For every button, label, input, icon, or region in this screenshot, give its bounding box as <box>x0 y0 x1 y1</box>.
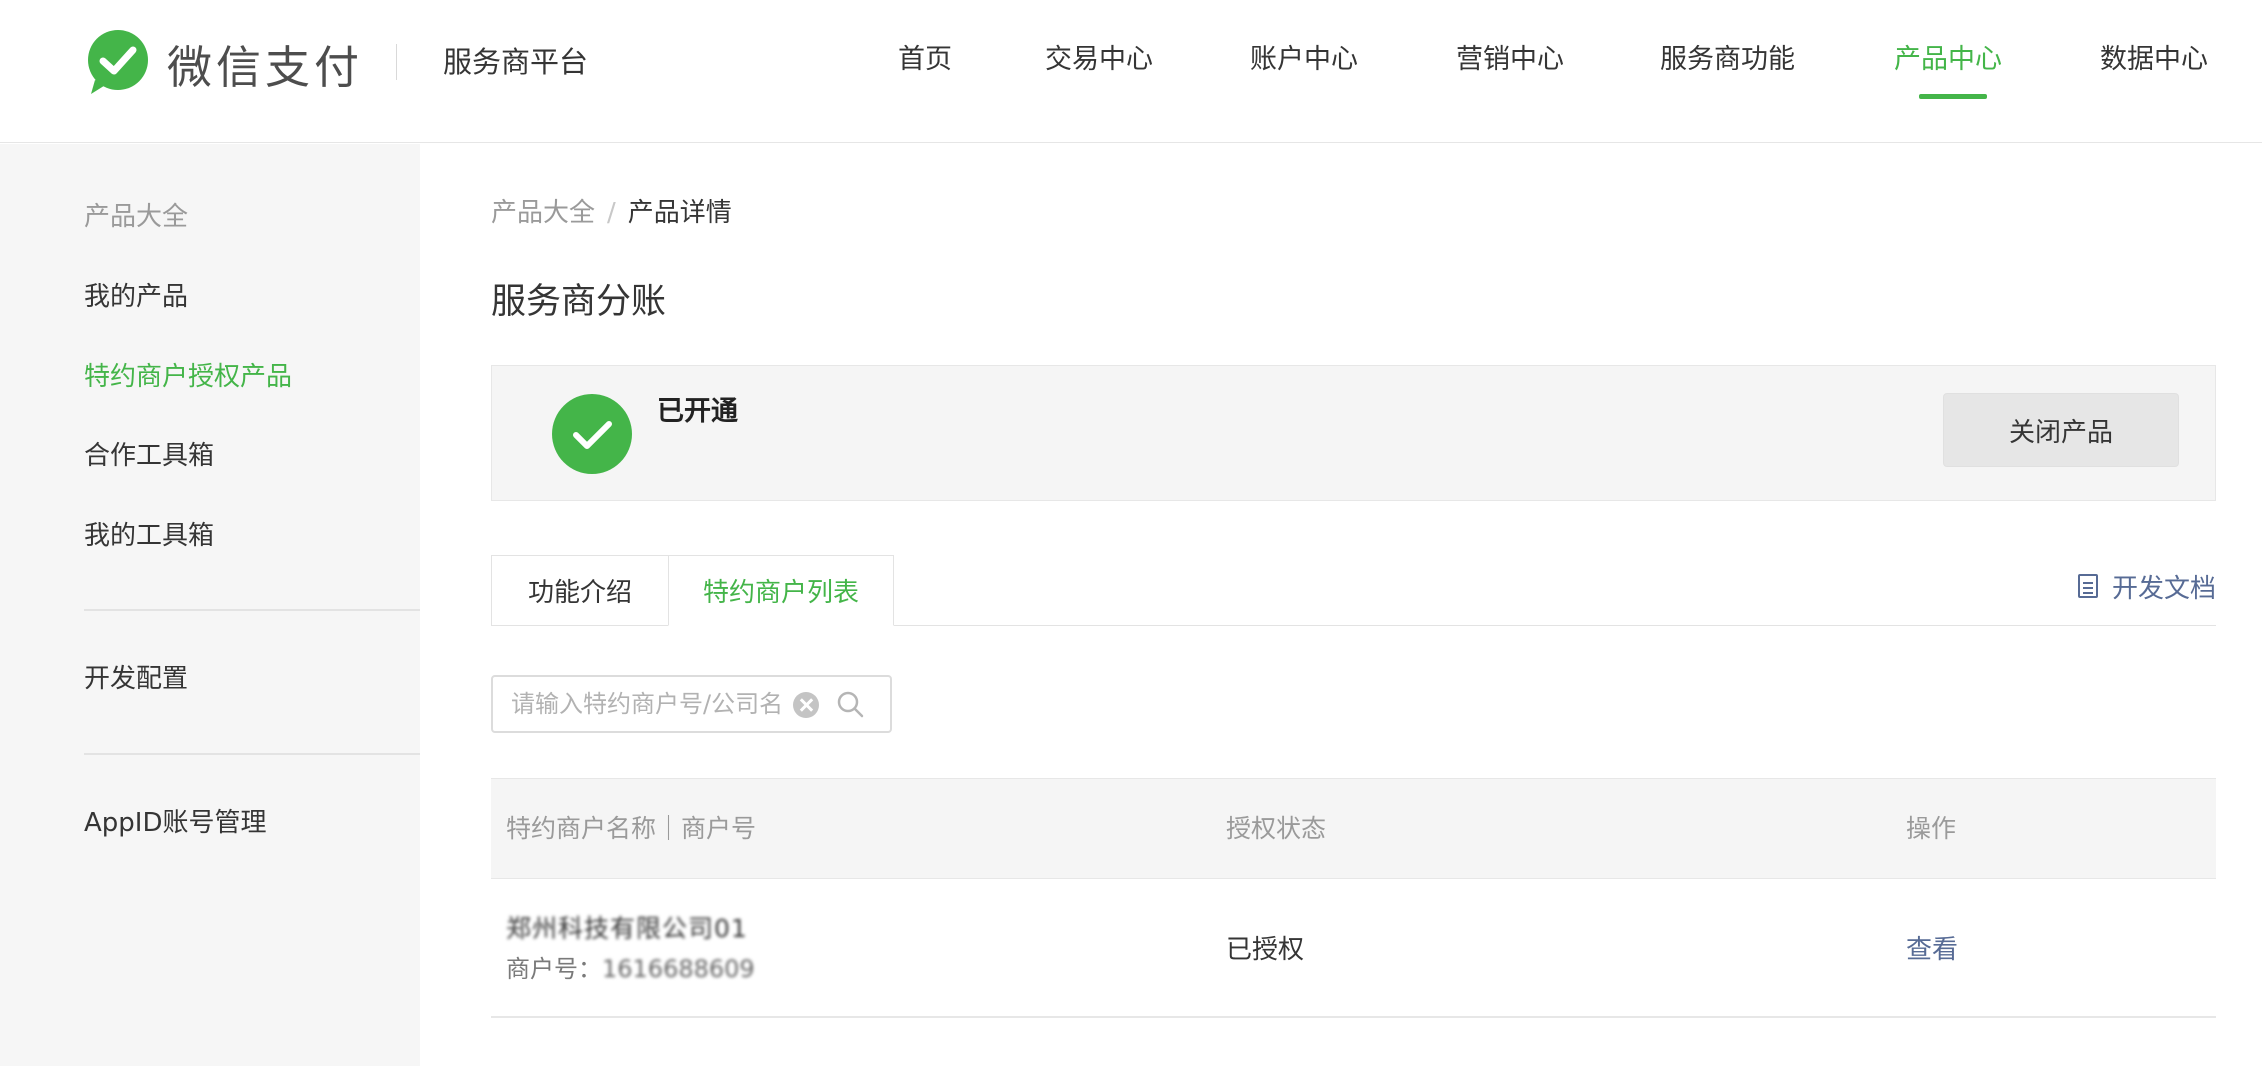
nav-marketing[interactable]: 营销中心 <box>1456 36 1564 84</box>
merchant-table: 特约商户名称｜商户号 授权状态 操作 郑州科技有限公司01 商户号：161668… <box>491 778 2216 1018</box>
sidebar-section-title: 产品大全 <box>84 202 189 232</box>
document-icon <box>2078 574 2098 598</box>
nav-accounts[interactable]: 账户中心 <box>1250 36 1358 84</box>
column-header-merchant: 特约商户名称｜商户号 <box>506 814 757 843</box>
clear-icon[interactable] <box>793 692 819 718</box>
product-status-panel: 已开通 关闭产品 <box>491 365 2216 501</box>
nav-home[interactable]: 首页 <box>898 36 952 84</box>
dev-docs-label: 开发文档 <box>2112 573 2217 604</box>
merchant-id-row: 商户号：1616688609 <box>506 949 755 984</box>
table-header: 特约商户名称｜商户号 授权状态 操作 <box>491 778 2216 878</box>
sidebar-divider <box>84 609 420 611</box>
breadcrumb-parent[interactable]: 产品大全 <box>491 198 595 228</box>
logo-divider <box>396 44 397 80</box>
view-link[interactable]: 查看 <box>1906 929 1958 966</box>
breadcrumb: 产品大全 / 产品详情 <box>491 193 732 233</box>
merchant-name: 郑州科技有限公司01 <box>506 914 748 943</box>
breadcrumb-current: 产品详情 <box>627 198 732 228</box>
merchant-id-label: 商户号： <box>506 955 602 983</box>
nav-service-functions[interactable]: 服务商功能 <box>1660 36 1795 84</box>
close-product-button[interactable]: 关闭产品 <box>1943 393 2179 467</box>
breadcrumb-separator: / <box>607 198 616 228</box>
tab-feature-intro[interactable]: 功能介绍 <box>491 555 668 626</box>
tab-merchant-list[interactable]: 特约商户列表 <box>668 555 894 626</box>
column-header-actions: 操作 <box>1906 814 1957 843</box>
sidebar-item-cooperation-toolbox[interactable]: 合作工具箱 <box>84 436 214 476</box>
top-header: 微信支付 服务商平台 首页 交易中心 账户中心 营销中心 服务商功能 产品中心 … <box>0 0 2262 143</box>
nav-products[interactable]: 产品中心 <box>1894 36 2002 84</box>
sidebar-item-authorized-products[interactable]: 特约商户授权产品 <box>84 357 292 397</box>
search-input[interactable] <box>493 677 783 731</box>
status-label: 已开通 <box>657 396 738 427</box>
brand-name: 微信支付 <box>167 40 364 94</box>
dev-docs-link[interactable]: 开发文档 <box>2078 566 2216 606</box>
search-icon[interactable] <box>836 690 864 718</box>
merchant-search <box>491 675 892 733</box>
check-circle-icon <box>552 394 632 474</box>
sidebar-item-my-products[interactable]: 我的产品 <box>84 277 188 317</box>
nav-data[interactable]: 数据中心 <box>2100 36 2208 84</box>
platform-name: 服务商平台 <box>443 45 589 79</box>
auth-status: 已授权 <box>1226 935 1305 965</box>
column-header-auth-status: 授权状态 <box>1226 814 1327 843</box>
wechat-pay-logo[interactable]: 微信支付 <box>83 30 363 96</box>
sidebar-item-my-toolbox[interactable]: 我的工具箱 <box>84 516 214 556</box>
nav-active-indicator <box>1919 94 1987 99</box>
table-row: 郑州科技有限公司01 商户号：1616688609 已授权 查看 <box>491 878 2216 1018</box>
sidebar-item-appid-management[interactable]: AppID账号管理 <box>84 803 266 843</box>
page-title: 服务商分账 <box>491 282 667 322</box>
merchant-id-value: 1616688609 <box>602 955 755 983</box>
sidebar-divider <box>84 753 420 755</box>
sidebar: 产品大全 我的产品 特约商户授权产品 合作工具箱 我的工具箱 开发配置 AppI… <box>0 144 420 1066</box>
wechat-pay-logo-icon <box>83 28 153 98</box>
nav-transactions[interactable]: 交易中心 <box>1045 36 1153 84</box>
sidebar-item-dev-config[interactable]: 开发配置 <box>84 659 188 699</box>
